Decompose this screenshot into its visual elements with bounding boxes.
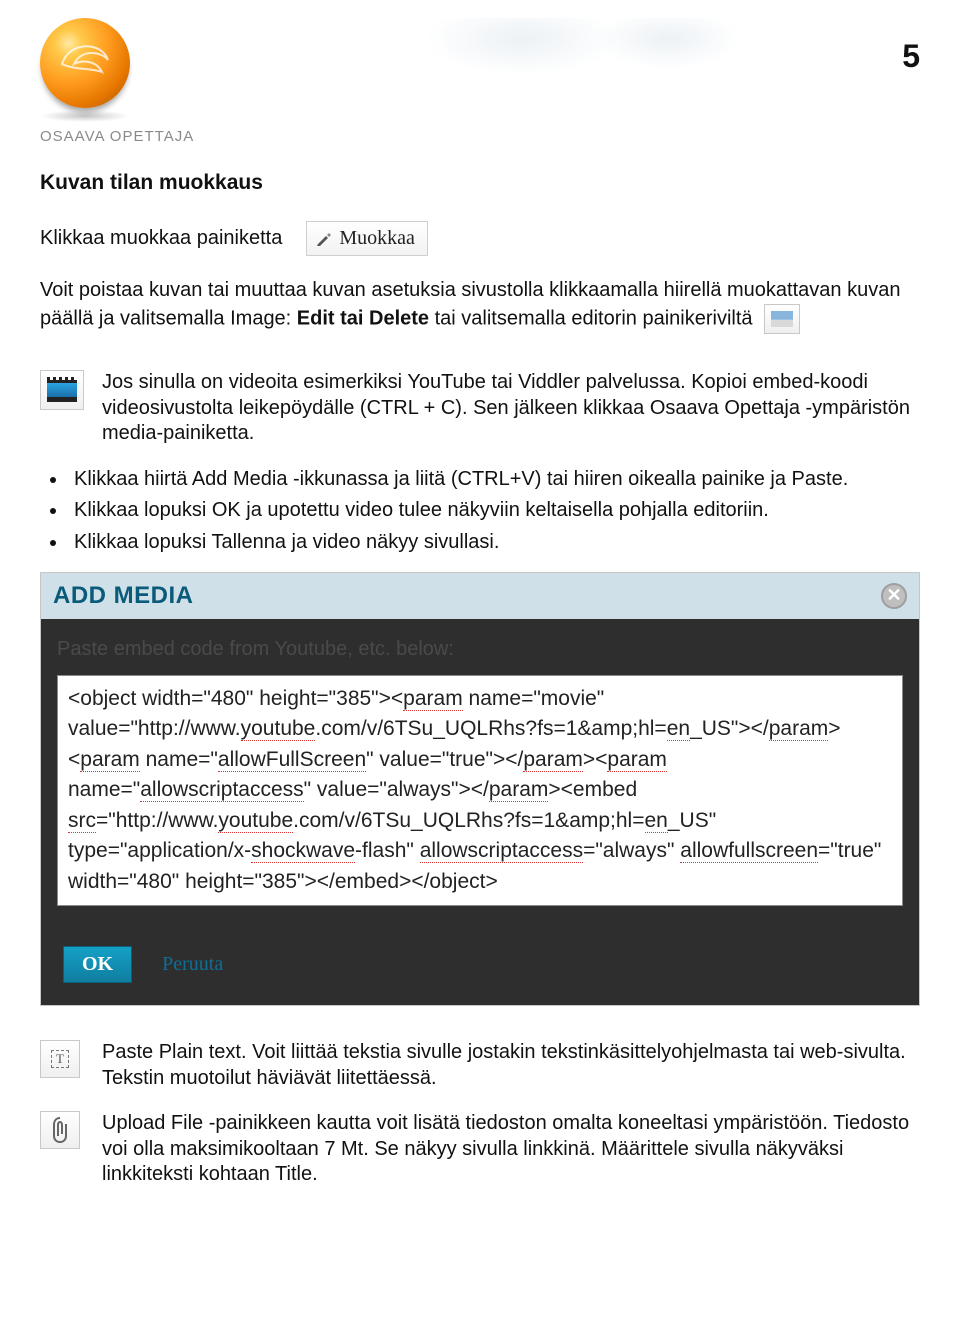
video-paragraph: Jos sinulla on videoita esimerkiksi YouT… <box>102 370 920 447</box>
logo: OSAAVA OPETTAJA <box>40 18 960 145</box>
section-title: Kuvan tilan muokkaus <box>40 170 920 197</box>
pencil-icon <box>315 230 333 248</box>
logo-orb-icon <box>40 18 130 108</box>
video-toolbar-button-icon[interactable] <box>40 370 84 410</box>
muokkaa-button[interactable]: Muokkaa <box>306 221 428 257</box>
list-item: Klikkaa hiirtä Add Media -ikkunassa ja l… <box>68 467 920 493</box>
upload-file-paragraph: Upload File -painikkeen kautta voit lisä… <box>102 1111 920 1188</box>
dialog-hint: Paste embed code from Youtube, etc. belo… <box>57 637 903 663</box>
intro-paragraph: Voit poistaa kuvan tai muuttaa kuvan ase… <box>40 278 920 334</box>
paste-plain-text-button-icon[interactable]: T <box>40 1040 80 1078</box>
cancel-link[interactable]: Peruuta <box>162 952 223 978</box>
click-edit-text: Klikkaa muokkaa painiketta <box>40 226 282 252</box>
ok-button[interactable]: OK <box>63 946 132 983</box>
image-toolbar-button-icon[interactable] <box>764 304 800 334</box>
muokkaa-button-label: Muokkaa <box>339 226 415 252</box>
list-item: Klikkaa lopuksi Tallenna ja video näkyy … <box>68 530 920 556</box>
page-number: 5 <box>902 38 920 75</box>
dialog-title: ADD MEDIA <box>53 581 194 612</box>
add-media-dialog: ADD MEDIA ✕ Paste embed code from Youtub… <box>40 572 920 1006</box>
logo-text: OSAAVA OPETTAJA <box>40 128 960 145</box>
paste-plain-paragraph: Paste Plain text. Voit liittää tekstia s… <box>102 1040 920 1091</box>
close-icon[interactable]: ✕ <box>881 583 907 609</box>
list-item: Klikkaa lopuksi OK ja upotettu video tul… <box>68 498 920 524</box>
upload-file-button-icon[interactable] <box>40 1111 80 1149</box>
embed-code-textarea[interactable]: <object width="480" height="385"><param … <box>57 675 903 906</box>
instruction-list: Klikkaa hiirtä Add Media -ikkunassa ja l… <box>68 467 920 556</box>
